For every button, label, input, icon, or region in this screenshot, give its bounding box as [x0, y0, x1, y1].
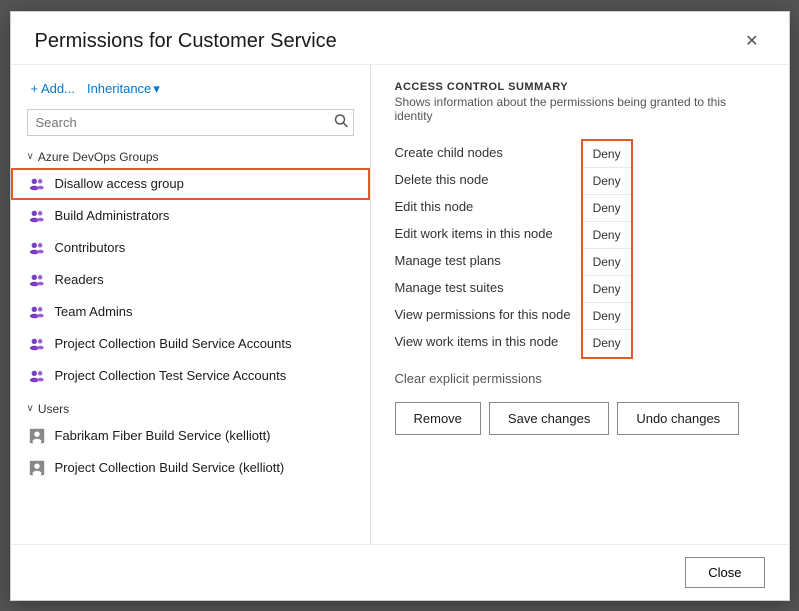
list-item[interactable]: Build Administrators: [11, 200, 370, 232]
close-x-button[interactable]: ✕: [739, 30, 764, 54]
dialog-footer: Close: [11, 544, 789, 600]
list-item-label: Project Collection Build Service Account…: [55, 336, 292, 351]
right-panel: ACCESS CONTROL SUMMARY Shows information…: [371, 65, 789, 544]
group-icon: [27, 302, 47, 322]
close-button[interactable]: Close: [685, 557, 764, 588]
list-item-label: Contributors: [55, 240, 126, 255]
groups-chevron-icon: ∨: [27, 151, 34, 162]
action-buttons: Remove Save changes Undo changes: [395, 402, 765, 435]
group-icon: [27, 366, 47, 386]
group-icon: [27, 334, 47, 354]
add-button[interactable]: + Add...: [27, 79, 79, 98]
group-icon: [27, 174, 47, 194]
remove-button[interactable]: Remove: [395, 402, 481, 435]
list-item-label: Project Collection Build Service (kellio…: [55, 460, 285, 475]
search-box: [27, 109, 354, 136]
search-input[interactable]: [27, 109, 354, 136]
list-item[interactable]: Contributors: [11, 232, 370, 264]
list-item-label: Disallow access group: [55, 176, 184, 191]
perm-label: Edit work items in this node: [395, 220, 571, 247]
inheritance-button[interactable]: Inheritance ▾: [83, 79, 164, 99]
deny-value: Deny: [583, 276, 631, 303]
permissions-labels: Create child nodes Delete this node Edit…: [395, 139, 571, 359]
list-item-label: Build Administrators: [55, 208, 170, 223]
perm-label: Manage test suites: [395, 274, 571, 301]
undo-changes-button[interactable]: Undo changes: [617, 402, 739, 435]
search-icon[interactable]: [334, 114, 348, 131]
permissions-section: Create child nodes Delete this node Edit…: [395, 139, 765, 359]
group-icon: [27, 206, 47, 226]
dialog-header: Permissions for Customer Service ✕: [11, 12, 789, 65]
dialog: Permissions for Customer Service ✕ + Add…: [10, 11, 790, 601]
list-item[interactable]: Project Collection Build Service (kellio…: [11, 452, 370, 484]
list-item[interactable]: Disallow access group: [11, 168, 370, 200]
deny-value: Deny: [583, 141, 631, 168]
dialog-title: Permissions for Customer Service: [35, 30, 337, 53]
left-panel: + Add... Inheritance ▾ ∨ A: [11, 65, 371, 544]
list-item[interactable]: Project Collection Build Service Account…: [11, 328, 370, 360]
list-item-label: Team Admins: [55, 304, 133, 319]
acs-subtitle: Shows information about the permissions …: [395, 95, 765, 123]
clear-permissions-link[interactable]: Clear explicit permissions: [395, 371, 765, 386]
perm-label: Create child nodes: [395, 139, 571, 166]
list-item-label: Readers: [55, 272, 104, 287]
perm-label: View permissions for this node: [395, 301, 571, 328]
perm-label: Edit this node: [395, 193, 571, 220]
deny-value: Deny: [583, 168, 631, 195]
list-item[interactable]: Team Admins: [11, 296, 370, 328]
user-icon: [27, 426, 47, 446]
user-icon: [27, 458, 47, 478]
users-label: ∨ Users: [11, 398, 370, 420]
dialog-body: + Add... Inheritance ▾ ∨ A: [11, 65, 789, 544]
perm-label: Delete this node: [395, 166, 571, 193]
deny-value: Deny: [583, 249, 631, 276]
deny-column-wrapper: Deny Deny Deny Deny Deny Deny Deny Deny: [571, 139, 633, 359]
left-toolbar: + Add... Inheritance ▾: [11, 79, 370, 109]
users-chevron-icon: ∨: [27, 403, 34, 414]
perm-label: View work items in this node: [395, 328, 571, 355]
group-icon: [27, 238, 47, 258]
deny-value: Deny: [583, 222, 631, 249]
deny-value: Deny: [583, 330, 631, 357]
azure-devops-groups-label: ∨ Azure DevOps Groups: [11, 146, 370, 168]
deny-value: Deny: [583, 195, 631, 222]
deny-column-box: Deny Deny Deny Deny Deny Deny Deny Deny: [581, 139, 633, 359]
deny-value: Deny: [583, 303, 631, 330]
list-item-label: Fabrikam Fiber Build Service (kelliott): [55, 428, 271, 443]
list-item-label: Project Collection Test Service Accounts: [55, 368, 287, 383]
acs-title: ACCESS CONTROL SUMMARY: [395, 81, 765, 93]
list-item[interactable]: Fabrikam Fiber Build Service (kelliott): [11, 420, 370, 452]
perm-label: Manage test plans: [395, 247, 571, 274]
list-item[interactable]: Project Collection Test Service Accounts: [11, 360, 370, 392]
list-item[interactable]: Readers: [11, 264, 370, 296]
group-icon: [27, 270, 47, 290]
save-changes-button[interactable]: Save changes: [489, 402, 609, 435]
